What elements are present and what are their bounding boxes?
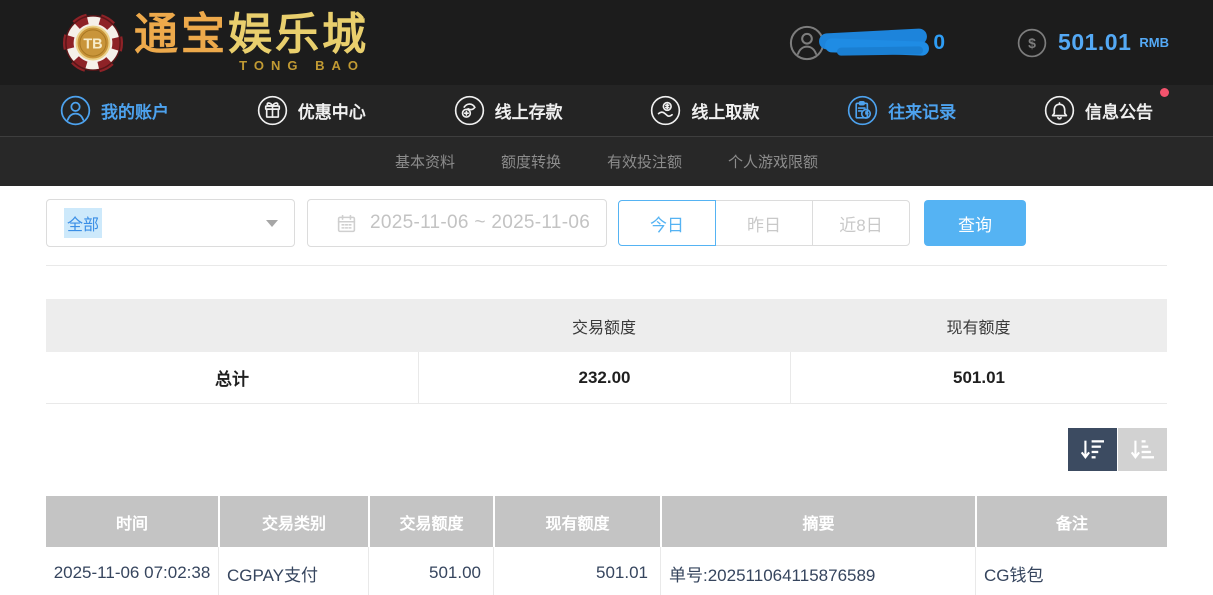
dropdown-selected-value: 全部 (64, 208, 102, 238)
nav-label: 线上取款 (691, 98, 759, 123)
nav-item-promotions[interactable]: 优惠中心 (257, 95, 366, 126)
account-sub-navigation: 基本资料 额度转换 有效投注额 个人游戏限额 (0, 136, 1213, 186)
main-navigation: 我的账户 优惠中心 线上存款 线上取款 (0, 85, 1213, 136)
records-col-type: 交易类别 (218, 496, 368, 547)
account-icon (60, 95, 91, 126)
record-time: 2025-11-06 07:02:38 (46, 547, 218, 595)
notification-dot (1160, 88, 1169, 97)
records-col-current-balance: 现有额度 (493, 496, 660, 547)
record-transaction-amount: 501.00 (368, 547, 493, 595)
record-summary: 单号:202511064115876589 (660, 547, 975, 595)
summary-col-empty (46, 299, 418, 352)
records-col-transaction-amount: 交易额度 (368, 496, 493, 547)
balance-currency: RMB (1139, 35, 1169, 50)
bell-icon (1044, 95, 1075, 126)
gift-icon (257, 95, 288, 126)
range-button-last-8-days[interactable]: 近8日 (812, 200, 910, 246)
filter-row: 全部 2025-11-06 ~ 2025-11-06 今日 昨日 近8日 查询 (46, 199, 1167, 247)
chevron-down-icon (266, 220, 278, 227)
summary-total-label: 总计 (46, 352, 418, 403)
username-display[interactable]: 0 (789, 25, 945, 61)
nav-item-announcements[interactable]: 信息公告 (1044, 95, 1153, 126)
subnav-item-basic-info[interactable]: 基本资料 (395, 151, 455, 172)
records-table: 时间 交易类别 交易额度 现有额度 摘要 备注 2025-11-06 07:02… (46, 496, 1167, 595)
site-title-secondary: 娱乐城 (228, 10, 369, 59)
username-visible-suffix: 0 (933, 31, 945, 55)
records-col-summary: 摘要 (660, 496, 975, 547)
summary-transaction-amount: 232.00 (418, 352, 790, 403)
svg-text:$: $ (1028, 35, 1036, 51)
site-title-primary: 通宝 (134, 10, 228, 59)
sort-controls (46, 428, 1167, 471)
summary-col-transaction-amount: 交易额度 (418, 299, 790, 352)
summary-col-current-balance: 现有额度 (790, 299, 1167, 352)
records-icon (847, 95, 878, 126)
nav-label: 我的账户 (101, 98, 169, 123)
date-range-value: 2025-11-06 ~ 2025-11-06 (370, 212, 590, 234)
poker-chip-icon: TB (62, 12, 124, 74)
site-title: 通宝娱乐城 TONG BAO (134, 13, 369, 72)
nav-item-my-account[interactable]: 我的账户 (60, 95, 169, 126)
balance-display[interactable]: $ 501.01 RMB (1017, 28, 1169, 58)
user-area: 0 $ 501.01 RMB (789, 25, 1169, 61)
nav-item-deposit[interactable]: 线上存款 (454, 95, 563, 126)
quick-range-button-group: 今日 昨日 近8日 (618, 200, 910, 246)
subnav-item-valid-bets[interactable]: 有效投注额 (607, 151, 682, 172)
nav-label: 线上存款 (495, 98, 563, 123)
record-remark: CG钱包 (975, 547, 1167, 595)
nav-label: 往来记录 (888, 98, 956, 123)
site-subtitle: TONG BAO (239, 59, 365, 72)
top-bar: TB 通宝娱乐城 TONG BAO 0 $ 501.01 RM (0, 0, 1213, 85)
date-range-input[interactable]: 2025-11-06 ~ 2025-11-06 (307, 199, 607, 247)
sort-ascending-icon (1129, 438, 1156, 461)
sort-ascending-button[interactable] (1118, 428, 1167, 471)
records-col-time: 时间 (46, 496, 218, 547)
username-redaction-scribble (819, 31, 931, 55)
subnav-item-personal-game-limit[interactable]: 个人游戏限额 (728, 151, 818, 172)
deposit-icon (454, 95, 485, 126)
range-button-today[interactable]: 今日 (618, 200, 716, 246)
withdraw-icon (650, 95, 681, 126)
subnav-item-credit-transfer[interactable]: 额度转换 (501, 151, 561, 172)
dollar-coin-icon: $ (1017, 28, 1047, 58)
sort-descending-icon (1079, 438, 1106, 461)
records-table-header: 时间 交易类别 交易额度 现有额度 摘要 备注 (46, 496, 1167, 547)
sort-descending-button[interactable] (1068, 428, 1117, 471)
svg-text:TB: TB (83, 36, 102, 52)
section-divider (46, 265, 1167, 266)
search-button[interactable]: 查询 (924, 200, 1026, 246)
records-col-remark: 备注 (975, 496, 1167, 547)
transaction-type-dropdown[interactable]: 全部 (46, 199, 295, 247)
nav-item-transaction-records[interactable]: 往来记录 (847, 95, 956, 126)
table-row: 2025-11-06 07:02:38 CGPAY支付 501.00 501.0… (46, 547, 1167, 595)
nav-label: 优惠中心 (298, 98, 366, 123)
summary-table: 交易额度 现有额度 总计 232.00 501.01 (46, 299, 1167, 404)
summary-current-balance: 501.01 (790, 352, 1167, 403)
nav-label: 信息公告 (1085, 98, 1153, 123)
calendar-icon (336, 213, 357, 234)
summary-total-row: 总计 232.00 501.01 (46, 352, 1167, 404)
site-logo[interactable]: TB 通宝娱乐城 TONG BAO (62, 12, 369, 74)
range-button-yesterday[interactable]: 昨日 (715, 200, 813, 246)
record-current-balance: 501.01 (493, 547, 660, 595)
nav-item-withdraw[interactable]: 线上取款 (650, 95, 759, 126)
balance-amount: 501.01 (1058, 29, 1131, 56)
main-content: 全部 2025-11-06 ~ 2025-11-06 今日 昨日 近8日 查询 (0, 186, 1213, 595)
summary-table-header: 交易额度 现有额度 (46, 299, 1167, 352)
record-type: CGPAY支付 (218, 547, 368, 595)
